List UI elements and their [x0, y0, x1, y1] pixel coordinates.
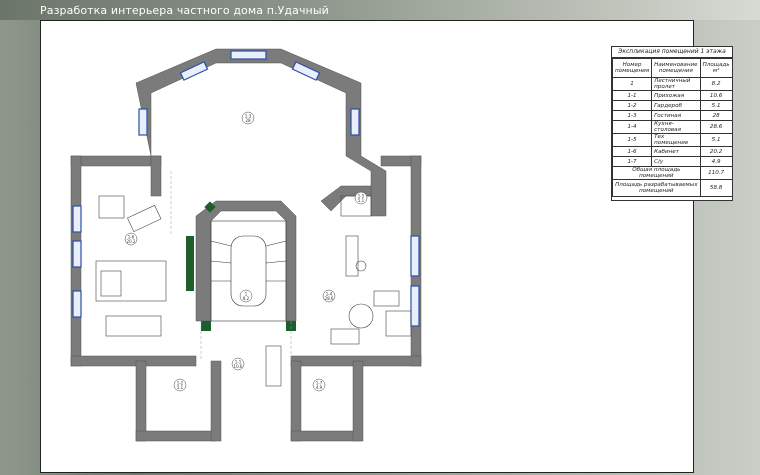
room-tag-area: 8.2: [243, 296, 250, 301]
room-number: 1-6: [611, 146, 653, 157]
room-number: 1-4: [611, 120, 653, 134]
staircase: [210, 220, 287, 322]
room-number: 1-2: [611, 100, 653, 111]
room-area: 28.6: [699, 120, 733, 134]
drawing-sheet: 1-6 20.2 1-3 28 1 8.2 1-4 28.6 1-5 5.1 1-1 10.6 1-2 5…: [40, 20, 733, 473]
room-area: 4.9: [699, 156, 733, 167]
table-row: 1-7 С/у 4.9: [611, 156, 733, 167]
table-row: 1-1 Прихожая 10.6: [611, 90, 733, 101]
room-name: Прихожая: [651, 90, 701, 101]
room-number: 1-5: [611, 133, 653, 147]
room-area: 28: [699, 110, 733, 121]
floor-plan: 1-620.21-32818.21-428.61-55.11-110.61-25…: [70, 48, 422, 442]
total-label: Общая площадь помещений: [612, 166, 701, 180]
column-header-number: Номер помещения: [611, 58, 653, 78]
room-area: 8.2: [699, 77, 733, 91]
room-name: Кабинет: [651, 146, 701, 157]
table-row: 1-3 Гостиная 28: [611, 110, 733, 121]
room-name: С/у: [651, 156, 701, 167]
room-tags: [124, 111, 368, 392]
room-number: 1-3: [611, 110, 653, 121]
room-name: Гардероб: [651, 100, 701, 111]
room-tag-area: 28.6: [325, 296, 334, 301]
table-row: 1-4 Кухня-столовая 28.6: [611, 120, 733, 134]
room-area: 20.2: [699, 146, 733, 157]
room-tag-area: 5.1: [358, 198, 365, 203]
table-row: 1 Лестничный пролет 8.2: [611, 77, 733, 91]
room-tag-area: 4.9: [316, 385, 323, 390]
room-area: 5.1: [699, 133, 733, 147]
page-title: Разработка интерьера частного дома п.Уда…: [40, 4, 329, 17]
title-strip: Разработка интерьера частного дома п.Уда…: [0, 0, 760, 20]
room-tag-area: 20.2: [127, 239, 136, 244]
developed-row: Площадь разрабатываемых помещений 58.8: [612, 179, 733, 197]
room-name: Гостиная: [651, 110, 701, 121]
room-number: 1-1: [611, 90, 653, 101]
column-header-name: Наименование помещения: [651, 58, 701, 78]
room-name: Лестничный пролет: [651, 77, 701, 91]
column-header-area: Площадь м²: [699, 58, 733, 78]
table-row: 1-5 Тех помещение 5.1: [611, 133, 733, 147]
walls: [70, 48, 422, 442]
total-value: 110.7: [699, 166, 733, 180]
table-row: 1-6 Кабинет 20.2: [611, 146, 733, 157]
room-number: 1-7: [611, 156, 653, 167]
room-name: Тех помещение: [651, 133, 701, 147]
room-name: Кухня-столовая: [651, 120, 701, 134]
total-row: Общая площадь помещений 110.7: [612, 166, 733, 180]
room-area: 10.6: [699, 90, 733, 101]
room-tag-area: 28: [245, 118, 251, 123]
developed-label: Площадь разрабатываемых помещений: [612, 179, 701, 197]
explication-title: Экспликация помещений 1 этажа: [612, 47, 732, 58]
room-area: 5.1: [699, 100, 733, 111]
explication-table: Экспликация помещений 1 этажа Номер поме…: [611, 46, 733, 201]
table-row: 1-2 Гардероб 5.1: [611, 100, 733, 111]
room-tag-area: 10.6: [234, 364, 243, 369]
room-tag-area: 5.1: [177, 385, 184, 390]
room-number: 1: [611, 77, 653, 91]
explication-grid: Номер помещения Наименование помещения П…: [611, 58, 733, 197]
developed-value: 58.8: [699, 179, 733, 197]
